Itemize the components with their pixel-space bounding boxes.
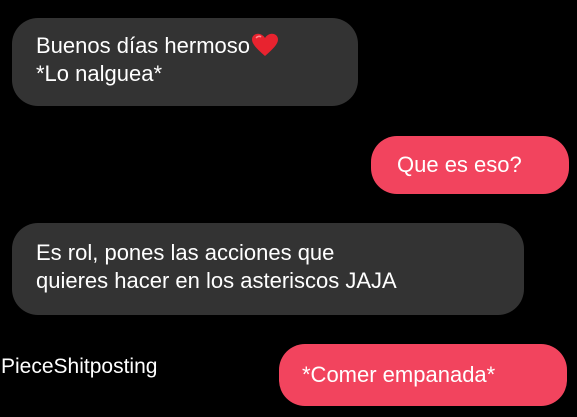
message-text-line: *Comer empanada*: [302, 362, 496, 387]
message-bubble-outgoing[interactable]: *Comer empanada*: [279, 344, 567, 406]
message-text-line: Es rol, pones las acciones que: [36, 240, 335, 265]
message-bubble-incoming[interactable]: Es rol, pones las acciones que quieres h…: [12, 223, 524, 315]
message-text-line: Que es eso?: [397, 152, 522, 177]
message-bubble-outgoing[interactable]: Que es eso?: [371, 136, 569, 194]
message-text-line: quieres hacer en los asteriscos JAJA: [36, 268, 397, 293]
message-bubble-incoming[interactable]: Buenos días hermoso *Lo nalguea*: [12, 18, 358, 106]
watermark-text: PieceShitposting: [1, 355, 158, 378]
red-heart-icon: [251, 33, 279, 57]
message-text-line: Buenos días hermoso: [36, 32, 334, 60]
message-text-line: *Lo nalguea*: [36, 61, 163, 86]
